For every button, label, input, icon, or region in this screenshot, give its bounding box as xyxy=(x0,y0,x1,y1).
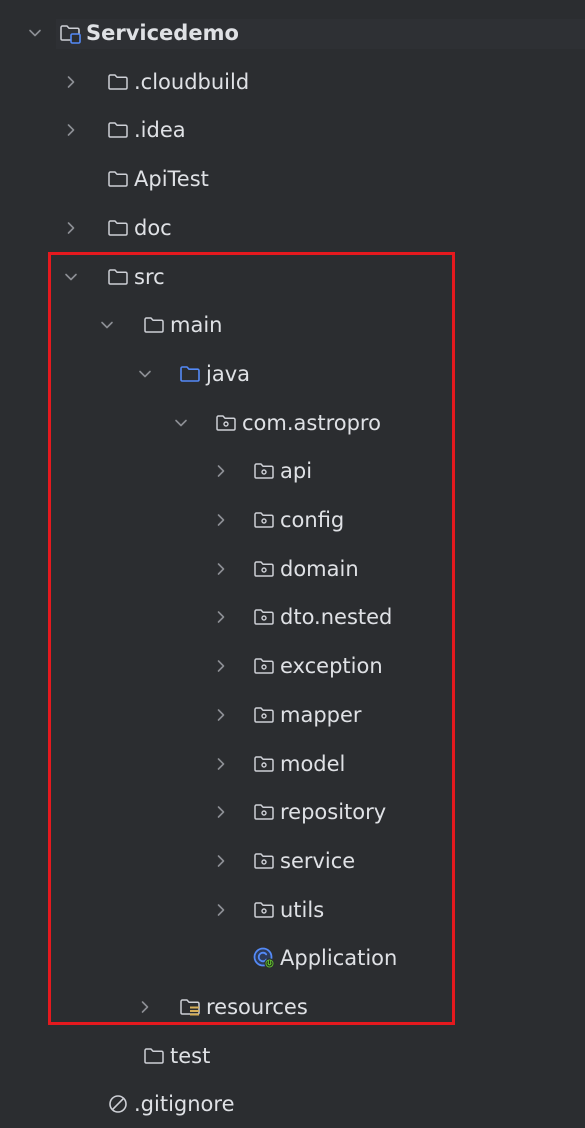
tree-node-label: ApiTest xyxy=(134,167,209,192)
folder-icon xyxy=(104,204,132,252)
chevron-right-icon[interactable] xyxy=(212,740,230,788)
tree-node-resources[interactable]: resources xyxy=(0,983,585,1031)
tree-node-cloudbuild[interactable]: .cloudbuild xyxy=(0,58,585,106)
chevron-down-icon[interactable] xyxy=(98,301,116,349)
project-tree: Servicedemo .cloudbuild .idea ApiTest doc src… xyxy=(0,0,585,1116)
chevron-right-icon[interactable] xyxy=(212,593,230,641)
chevron-right-icon[interactable] xyxy=(62,106,80,154)
tree-node-model[interactable]: model xyxy=(0,740,585,788)
package-icon xyxy=(250,447,278,495)
tree-node-config[interactable]: config xyxy=(0,496,585,544)
package-icon xyxy=(250,837,278,885)
tree-node-com-astropro[interactable]: com.astropro xyxy=(0,399,585,447)
tree-node-dto-nested[interactable]: dto.nested xyxy=(0,593,585,641)
module-folder-icon xyxy=(56,9,84,57)
package-icon xyxy=(212,399,240,447)
tree-node-label: config xyxy=(280,508,345,532)
tree-node-label: .gitignore xyxy=(134,1092,235,1117)
chevron-right-icon[interactable] xyxy=(62,58,80,106)
chevron-right-icon[interactable] xyxy=(62,204,80,252)
resources-folder-icon xyxy=(176,983,204,1031)
tree-node-idea[interactable]: .idea xyxy=(0,106,585,154)
folder-icon xyxy=(104,58,132,106)
tree-node-test[interactable]: test xyxy=(0,1032,585,1080)
package-icon xyxy=(250,788,278,836)
package-icon xyxy=(250,691,278,739)
chevron-right-icon[interactable] xyxy=(212,447,230,495)
chevron-down-icon[interactable] xyxy=(26,9,44,57)
tree-node-repository[interactable]: repository xyxy=(0,788,585,836)
tree-node-label: exception xyxy=(280,654,383,679)
package-icon xyxy=(250,740,278,788)
tree-node-label: Servicedemo xyxy=(86,21,239,45)
tree-node-label: doc xyxy=(134,215,172,240)
tree-node-servicedemo[interactable]: Servicedemo xyxy=(0,9,585,57)
source-folder-icon xyxy=(176,350,204,398)
tree-node-label: model xyxy=(280,751,346,776)
tree-node-application[interactable]: Application xyxy=(0,934,585,982)
package-icon xyxy=(250,642,278,690)
package-icon xyxy=(250,593,278,641)
package-icon xyxy=(250,545,278,593)
tree-node-label: dto.nested xyxy=(280,605,393,630)
chevron-right-icon[interactable] xyxy=(212,837,230,885)
tree-node-label: domain xyxy=(280,556,359,581)
tree-node-label: Application xyxy=(280,946,398,971)
tree-node-apitest[interactable]: ApiTest xyxy=(0,155,585,203)
package-icon xyxy=(250,886,278,934)
tree-node-label: .cloudbuild xyxy=(134,69,250,94)
tree-node-label: com.astropro xyxy=(242,410,381,435)
tree-node-label: service xyxy=(280,848,356,873)
tree-node-doc[interactable]: doc xyxy=(0,204,585,252)
tree-node-api[interactable]: api xyxy=(0,447,585,495)
folder-icon xyxy=(140,301,168,349)
tree-node-label: test xyxy=(170,1043,211,1068)
tree-node-src[interactable]: src xyxy=(0,253,585,301)
tree-node-label: src xyxy=(134,264,165,289)
chevron-right-icon[interactable] xyxy=(212,886,230,934)
ignored-file-icon xyxy=(104,1080,132,1128)
tree-node-label: utils xyxy=(280,897,325,922)
chevron-right-icon[interactable] xyxy=(212,545,230,593)
chevron-right-icon[interactable] xyxy=(212,642,230,690)
tree-node-service[interactable]: service xyxy=(0,837,585,885)
tree-node-label: .idea xyxy=(134,118,186,143)
chevron-down-icon[interactable] xyxy=(172,399,190,447)
chevron-down-icon[interactable] xyxy=(62,253,80,301)
chevron-right-icon[interactable] xyxy=(212,691,230,739)
tree-node-label: resources xyxy=(206,995,308,1019)
chevron-down-icon[interactable] xyxy=(136,350,154,398)
tree-node-java[interactable]: java xyxy=(0,350,585,398)
tree-node-main[interactable]: main xyxy=(0,301,585,349)
tree-node-exception[interactable]: exception xyxy=(0,642,585,690)
folder-icon xyxy=(104,106,132,154)
tree-node-label: repository xyxy=(280,800,387,825)
folder-icon xyxy=(104,253,132,301)
tree-node-utils[interactable]: utils xyxy=(0,886,585,934)
tree-node-mapper[interactable]: mapper xyxy=(0,691,585,739)
tree-node-label: api xyxy=(280,459,313,484)
chevron-right-icon[interactable] xyxy=(136,983,154,1031)
tree-node-label: mapper xyxy=(280,702,362,727)
tree-node-gitignore[interactable]: .gitignore xyxy=(0,1080,585,1128)
folder-icon xyxy=(140,1032,168,1080)
tree-node-label: java xyxy=(206,361,250,386)
tree-node-label: main xyxy=(170,313,223,338)
spring-boot-class-icon xyxy=(250,934,278,982)
chevron-right-icon[interactable] xyxy=(212,788,230,836)
folder-icon xyxy=(104,155,132,203)
package-icon xyxy=(250,496,278,544)
chevron-right-icon[interactable] xyxy=(212,496,230,544)
tree-node-domain[interactable]: domain xyxy=(0,545,585,593)
